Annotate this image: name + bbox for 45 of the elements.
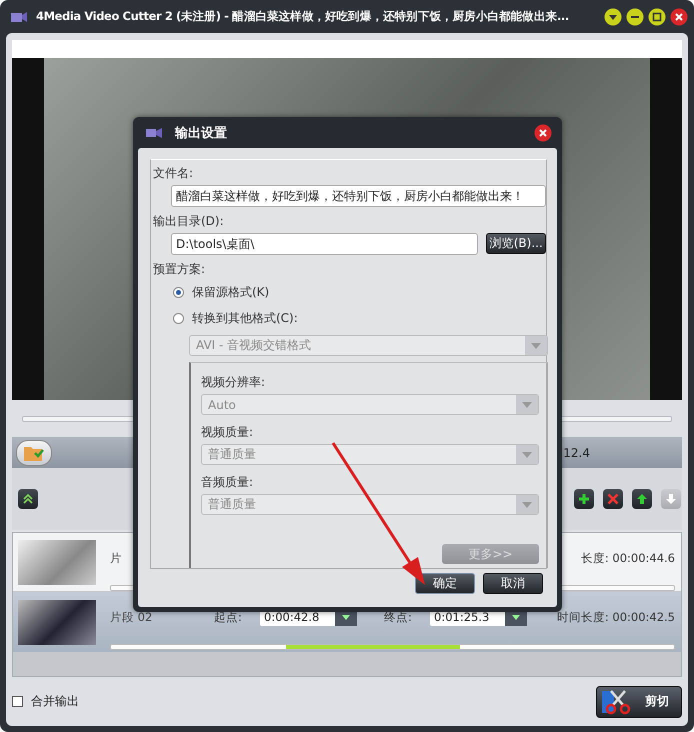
radio-button[interactable] <box>173 312 184 324</box>
output-dir-field[interactable]: D:\tools\桌面\ <box>171 233 478 255</box>
filename-field[interactable]: 醋溜白菜这样做，好吃到爆，还特别下饭，厨房小白都能做出来！ <box>171 185 546 207</box>
output-dir-label: 输出目录(D): <box>153 213 225 230</box>
setting-label: 视频分辨率: <box>201 374 266 391</box>
filename-label: 文件名: <box>153 165 194 182</box>
end-label: 终点: <box>384 610 413 624</box>
app-icon <box>10 10 28 24</box>
duration-text: 长度: 00:00:44.6 <box>580 550 675 566</box>
clip-name: 片段 02 <box>110 610 154 624</box>
remove-button[interactable] <box>603 489 623 509</box>
scissors-icon <box>601 688 633 714</box>
window-title: 4Media Video Cutter 2 (未注册) - 醋溜白菜这样做，好吃到爆，还特别下饭，厨房小白都能做出来... <box>36 9 570 24</box>
minimize-icon[interactable] <box>626 8 644 26</box>
cancel-button[interactable]: 取消 <box>483 573 543 594</box>
app-icon <box>145 126 163 138</box>
setting-label: 音频质量: <box>201 474 254 491</box>
move-up-button[interactable] <box>632 489 652 509</box>
arrow-up-icon <box>636 493 648 505</box>
browse-button[interactable]: 浏览(B)... <box>486 233 546 254</box>
plus-icon <box>578 493 590 505</box>
double-chevron-up-icon <box>22 493 34 505</box>
merge-output-label: 合并输出 <box>31 693 79 710</box>
merge-checkbox[interactable] <box>12 696 23 707</box>
arrow-down-icon <box>665 493 677 505</box>
folder-button[interactable] <box>16 440 52 466</box>
option-label: 转换到其他格式(C): <box>192 310 298 326</box>
setting-label: 视频质量: <box>201 424 254 441</box>
start-label: 起点: <box>214 610 243 624</box>
radio-button[interactable] <box>173 286 184 298</box>
ok-button[interactable]: 确定 <box>415 573 475 594</box>
dialog-title: 输出设置 <box>175 124 228 142</box>
close-icon[interactable] <box>670 8 688 26</box>
x-icon <box>607 493 619 505</box>
preset-label: 预置方案: <box>153 261 206 278</box>
clip-name: 片 <box>110 550 123 566</box>
add-button[interactable] <box>574 489 594 509</box>
chevron-down-icon[interactable] <box>604 8 622 26</box>
cut-button[interactable]: 剪切 <box>596 686 682 718</box>
duration-text: 时间长度: 00:00:42.5 <box>556 610 675 624</box>
close-icon[interactable] <box>534 124 552 142</box>
maximize-icon[interactable] <box>648 8 666 26</box>
collapse-button[interactable] <box>18 489 38 509</box>
time-text: 12.4 <box>563 446 590 460</box>
option-label: 保留源格式(K) <box>192 284 270 300</box>
